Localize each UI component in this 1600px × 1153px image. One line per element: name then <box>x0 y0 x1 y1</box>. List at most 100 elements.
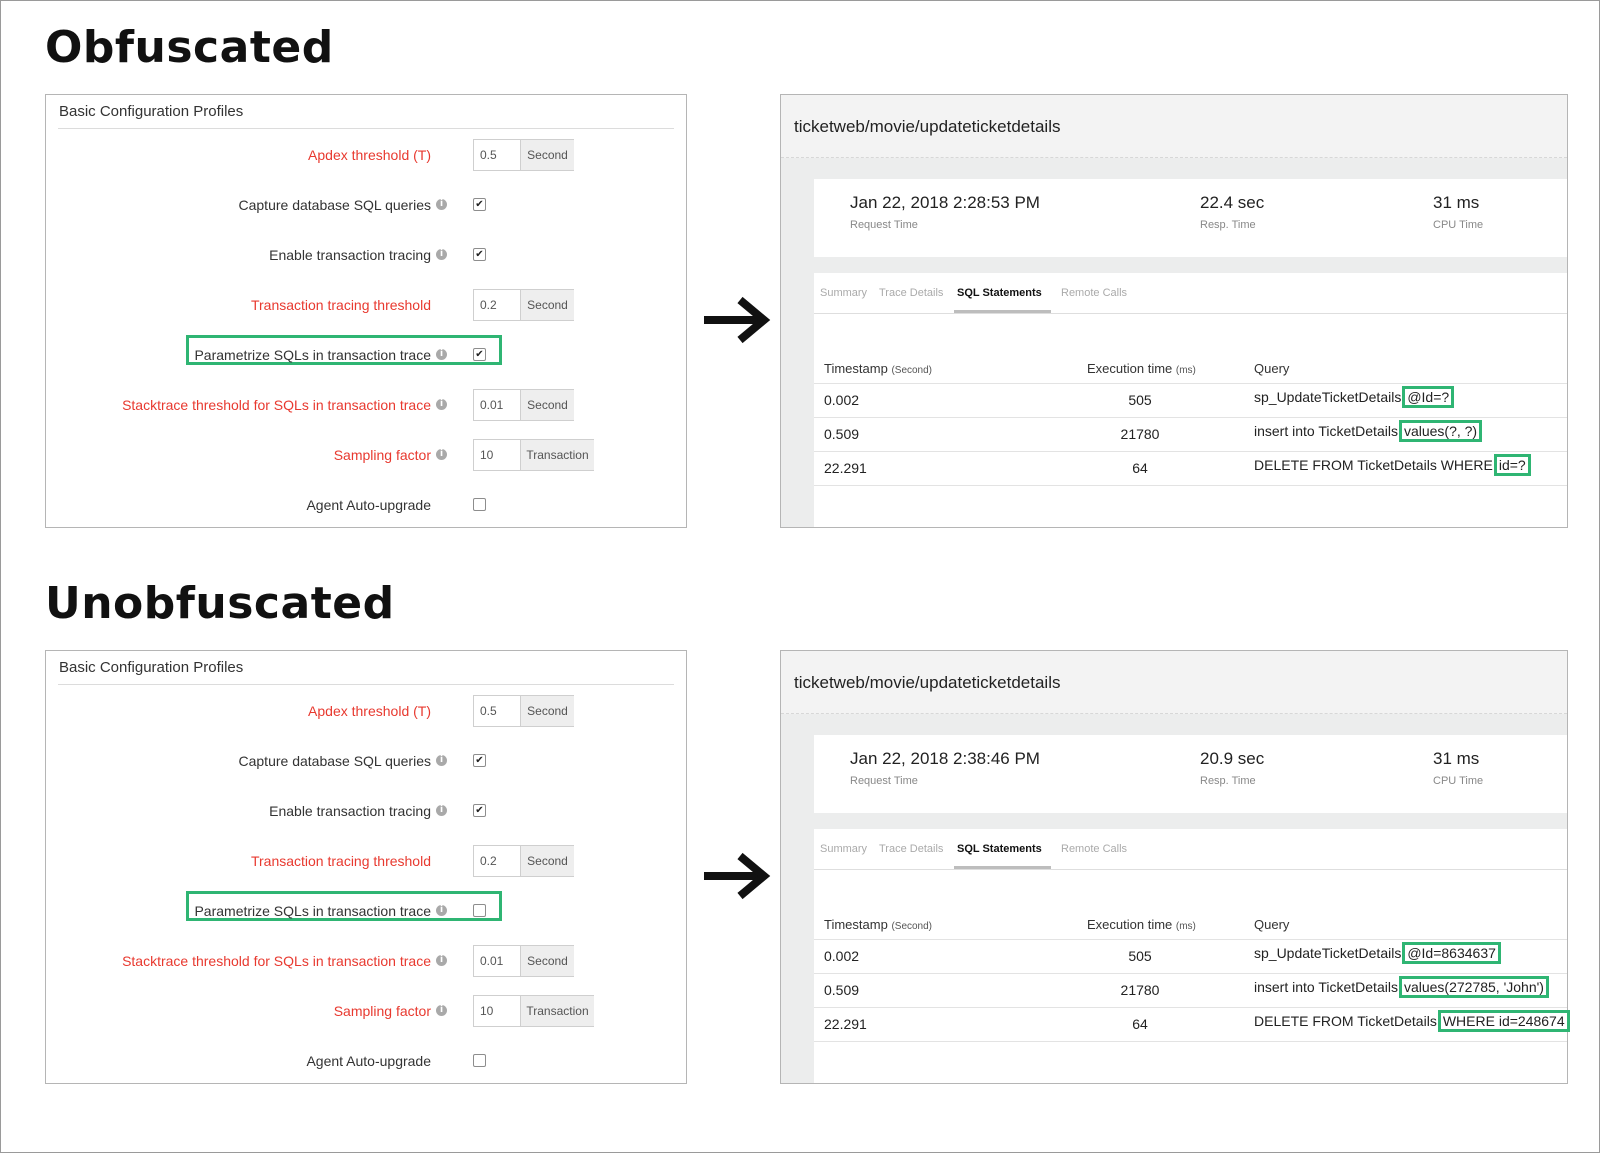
sampling-input[interactable]: 10 Transaction <box>473 995 594 1027</box>
info-icon[interactable]: i <box>436 755 447 766</box>
enable-tracing-checkbox[interactable]: ✔ <box>473 248 486 261</box>
tracing-threshold-unit: Second <box>520 846 574 876</box>
stacktrace-value[interactable]: 0.01 <box>474 390 520 420</box>
info-icon[interactable]: i <box>436 1005 447 1016</box>
tab-summary[interactable]: Summary <box>820 287 867 299</box>
enable-tracing-label: Enable transaction tracing <box>269 803 431 819</box>
info-icon[interactable]: i <box>436 249 447 260</box>
capture-sql-checkbox[interactable]: ✔ <box>473 198 486 211</box>
trace-panel: ticketweb/movie/updateticketdetails Jan … <box>780 650 1570 1084</box>
info-icon[interactable]: i <box>436 955 447 966</box>
row-capture-sql: Capture database SQL queries i ✔ <box>46 189 686 221</box>
stacktrace-input[interactable]: 0.01 Second <box>473 945 574 977</box>
tracing-threshold-value[interactable]: 0.2 <box>474 290 520 320</box>
row1-query: sp_UpdateTicketDetails @Id=? <box>1254 386 1455 408</box>
tab-sql-statements[interactable]: SQL Statements <box>957 843 1042 855</box>
enable-tracing-checkbox[interactable]: ✔ <box>473 804 486 817</box>
request-time-metric: Jan 22, 2018 2:38:46 PM Request Time <box>850 749 1040 787</box>
capture-sql-label: Capture database SQL queries <box>238 197 432 213</box>
row2-timestamp: 0.509 <box>824 982 860 998</box>
cpu-time-metric: 31 ms CPU Time <box>1433 193 1483 231</box>
info-icon[interactable]: i <box>436 399 447 410</box>
row3-timestamp: 22.291 <box>824 1016 867 1032</box>
row2-timestamp: 0.509 <box>824 426 860 442</box>
param-highlight: WHERE id=248674 <box>1437 1010 1570 1032</box>
tracing-threshold-value[interactable]: 0.2 <box>474 846 520 876</box>
row1-exec: 505 <box>1128 948 1152 964</box>
config-title: Basic Configuration Profiles <box>59 103 244 120</box>
enable-tracing-label: Enable transaction tracing <box>269 247 431 263</box>
auto-upgrade-checkbox[interactable] <box>473 498 486 511</box>
row-apdex: Apdex threshold (T) 0.5 Second <box>46 139 686 171</box>
sampling-value[interactable]: 10 <box>474 440 520 470</box>
info-icon[interactable]: i <box>436 199 447 210</box>
info-icon[interactable]: i <box>436 905 447 916</box>
parametrize-checkbox[interactable]: ✔ <box>473 348 486 361</box>
row-apdex: Apdex threshold (T) 0.5 Second <box>46 695 686 727</box>
capture-sql-label: Capture database SQL queries <box>238 753 432 769</box>
apdex-unit: Second <box>520 696 574 726</box>
apdex-value[interactable]: 0.5 <box>474 696 520 726</box>
row-tracing-threshold: Transaction tracing threshold 0.2 Second <box>46 289 686 321</box>
apdex-input[interactable]: 0.5 Second <box>473 695 574 727</box>
row-divider <box>814 417 1567 418</box>
row-enable-tracing: Enable transaction tracing i ✔ <box>46 239 686 271</box>
section-obfuscated: Obfuscated Basic Configuration Profiles … <box>0 0 1600 560</box>
stacktrace-unit: Second <box>520 390 574 420</box>
row-divider <box>814 451 1567 452</box>
arrow-right-icon <box>704 852 771 900</box>
row-parametrize: Parametrize SQLs in transaction trace i … <box>46 335 686 371</box>
stacktrace-value[interactable]: 0.01 <box>474 946 520 976</box>
param-highlight: values(?, ?) <box>1398 420 1483 442</box>
parametrize-checkbox[interactable] <box>473 904 486 917</box>
stacktrace-label: Stacktrace threshold for SQLs in transac… <box>122 953 431 969</box>
tab-sql-statements[interactable]: SQL Statements <box>957 287 1042 299</box>
auto-upgrade-checkbox[interactable] <box>473 1054 486 1067</box>
request-time-metric: Jan 22, 2018 2:28:53 PM Request Time <box>850 193 1040 231</box>
row1-query: sp_UpdateTicketDetails @Id=8634637 <box>1254 942 1501 964</box>
tab-trace-details[interactable]: Trace Details <box>879 843 943 855</box>
row2-query: insert into TicketDetails values(?, ?) <box>1254 420 1483 442</box>
resp-time-label: Resp. Time <box>1200 219 1256 231</box>
row-divider <box>814 1007 1567 1008</box>
sampling-value[interactable]: 10 <box>474 996 520 1026</box>
tab-trace-details[interactable]: Trace Details <box>879 287 943 299</box>
info-icon[interactable]: i <box>436 349 447 360</box>
apdex-label: Apdex threshold (T) <box>308 703 431 719</box>
col-exec-time: Execution time (ms) <box>1087 917 1196 932</box>
tab-remote-calls[interactable]: Remote Calls <box>1061 287 1127 299</box>
trace-header: ticketweb/movie/updateticketdetails <box>781 651 1567 714</box>
row1-timestamp: 0.002 <box>824 948 860 964</box>
sampling-label: Sampling factor <box>333 1003 431 1019</box>
tracing-threshold-unit: Second <box>520 290 574 320</box>
tracing-threshold-input[interactable]: 0.2 Second <box>473 845 574 877</box>
sampling-input[interactable]: 10 Transaction <box>473 439 594 471</box>
divider <box>58 128 674 129</box>
info-icon[interactable]: i <box>436 805 447 816</box>
apdex-value[interactable]: 0.5 <box>474 140 520 170</box>
stacktrace-input[interactable]: 0.01 Second <box>473 389 574 421</box>
stacktrace-unit: Second <box>520 946 574 976</box>
capture-sql-checkbox[interactable]: ✔ <box>473 754 486 767</box>
col-query: Query <box>1254 361 1290 376</box>
tab-remote-calls[interactable]: Remote Calls <box>1061 843 1127 855</box>
cpu-time-value: 31 ms <box>1433 749 1480 768</box>
row3-exec: 64 <box>1132 460 1148 476</box>
row-sampling: Sampling factor i 10 Transaction <box>46 439 686 471</box>
row-divider <box>814 383 1567 384</box>
tracing-threshold-input[interactable]: 0.2 Second <box>473 289 574 321</box>
apdex-input[interactable]: 0.5 Second <box>473 139 574 171</box>
resp-time-label: Resp. Time <box>1200 775 1256 787</box>
auto-upgrade-label: Agent Auto-upgrade <box>306 1053 431 1069</box>
row3-timestamp: 22.291 <box>824 460 867 476</box>
apdex-label: Apdex threshold (T) <box>308 147 431 163</box>
sampling-unit: Transaction <box>520 996 594 1026</box>
tracing-threshold-label: Transaction tracing threshold <box>250 853 431 869</box>
tab-summary[interactable]: Summary <box>820 843 867 855</box>
sampling-unit: Transaction <box>520 440 594 470</box>
stacktrace-label: Stacktrace threshold for SQLs in transac… <box>122 397 431 413</box>
parametrize-label: Parametrize SQLs in transaction trace <box>194 903 431 919</box>
config-title: Basic Configuration Profiles <box>59 659 244 676</box>
info-icon[interactable]: i <box>436 449 447 460</box>
cpu-time-label: CPU Time <box>1433 775 1484 787</box>
